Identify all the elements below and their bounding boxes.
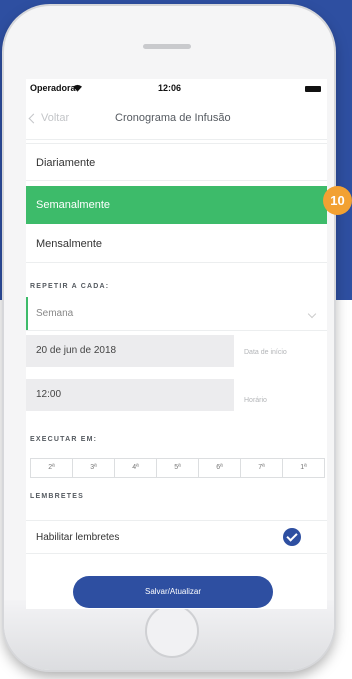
start-date-caption: Data de início [244,349,287,356]
weekday-tuesday[interactable]: 3ª [73,459,115,477]
battery-icon [305,86,321,92]
time-field[interactable]: 12:00 [26,379,234,411]
weekday-thursday[interactable]: 5ª [157,459,199,477]
divider [26,180,327,181]
weekday-saturday[interactable]: 7ª [241,459,283,477]
frequency-option-weekly[interactable]: Semanalmente [26,186,327,224]
save-button[interactable]: Salvar/Atualizar [73,576,273,608]
start-date-field[interactable]: 20 de jun de 2018 [26,335,234,367]
execute-section-label: EXECUTAR EM: [30,436,98,443]
phone-speaker [143,44,191,49]
weekday-selector: 2ª 3ª 4ª 5ª 6ª 7ª 1ª [30,458,325,478]
enable-reminders-row[interactable]: Habilitar lembretes [26,520,327,554]
repeat-unit-select[interactable]: Semana [26,297,327,331]
chevron-down-icon [307,309,317,319]
weekday-sunday[interactable]: 1ª [283,459,324,477]
status-time: 12:06 [158,83,182,93]
repeat-section-label: REPETIR A CADA: [30,283,110,290]
frequency-option-monthly[interactable]: Mensalmente [26,230,327,258]
time-caption: Horário [244,397,267,404]
chevron-left-icon [28,113,39,123]
status-bar: Operadora 12:06 [26,79,327,99]
carrier-label: Operadora [30,83,76,93]
home-button[interactable] [145,604,199,658]
wifi-icon [73,84,82,92]
divider [26,143,327,144]
divider [26,262,327,263]
weekday-friday[interactable]: 6ª [199,459,241,477]
repeat-unit-value: Semana [36,308,74,319]
weekday-wednesday[interactable]: 4ª [115,459,157,477]
step-badge: 10 [323,186,352,215]
back-button[interactable]: Voltar [28,112,70,124]
reminders-check-icon[interactable] [283,528,301,546]
back-button-label: Voltar [41,112,70,124]
navigation-bar: Voltar Cronograma de Infusão [26,101,327,140]
page-title: Cronograma de Infusão [115,112,231,124]
weekday-monday[interactable]: 2ª [31,459,73,477]
frequency-option-daily[interactable]: Diariamente [26,149,327,177]
reminders-section-label: LEMBRETES [30,493,84,500]
app-screen: Operadora 12:06 Voltar Cronograma de Inf… [26,79,327,609]
